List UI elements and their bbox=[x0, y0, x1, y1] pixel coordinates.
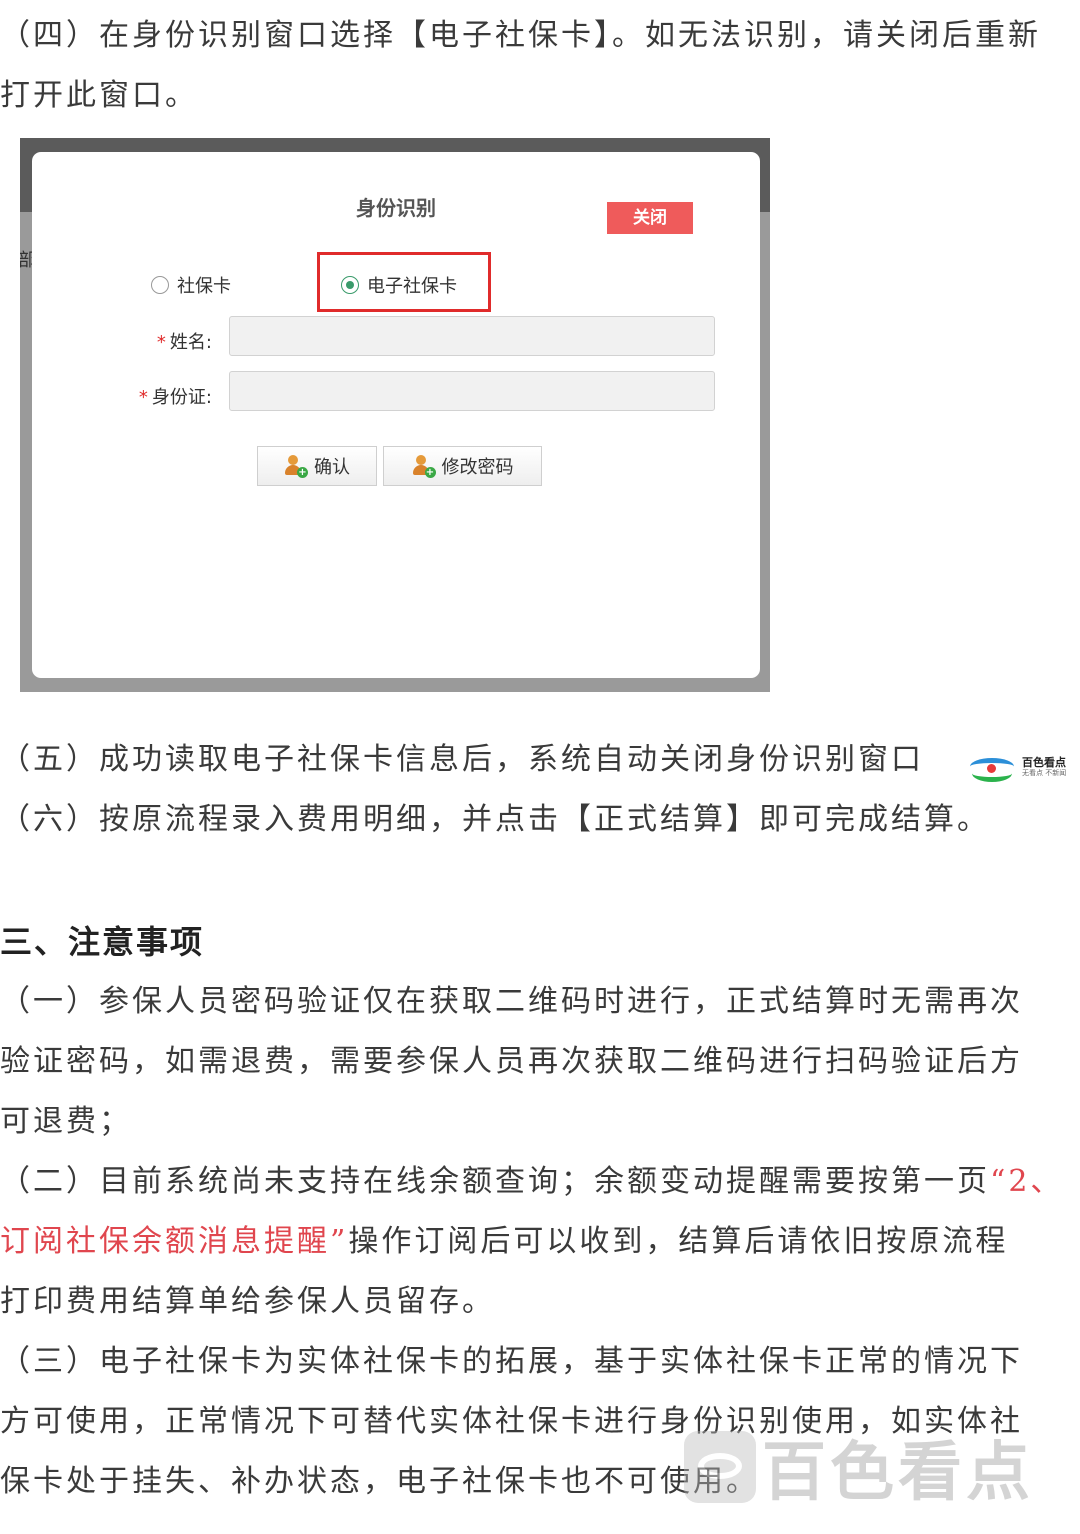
note2-line3: 打印费用结算单给参保人员留存。 bbox=[0, 1284, 495, 1319]
note2-line1: （二）目前系统尚未支持在线余额查询；余额变动提醒需要按第一页“2、 bbox=[0, 1162, 1080, 1202]
note2-highlight-start: “2、 bbox=[990, 1164, 1064, 1199]
radio-unchecked-icon[interactable] bbox=[151, 276, 169, 294]
baise-kandian-logo: 百色看点 无看点 不新闻 bbox=[968, 754, 1066, 782]
user-add-icon: + bbox=[412, 455, 436, 478]
user-add-icon: + bbox=[284, 455, 308, 478]
identity-dialog-screenshot: 部 身份识别 关闭 社保卡 电子社保卡 * 姓名: * 身份证: + 确认 + 修改… bbox=[20, 138, 770, 692]
note2-line2-text: 操作订阅后可以收到，结算后请依旧按原流程 bbox=[348, 1224, 1009, 1259]
id-label-text: 身份证: bbox=[151, 387, 212, 408]
note1-line1: （一）参保人员密码验证仅在获取二维码时进行，正式结算时无需再次 bbox=[0, 984, 1023, 1019]
required-mark: * bbox=[138, 387, 148, 408]
id-number-input[interactable] bbox=[229, 371, 715, 411]
swirl-logo-icon bbox=[968, 755, 1018, 782]
name-input[interactable] bbox=[229, 316, 715, 356]
note1-line2: 验证密码，如需退费，需要参保人员再次获取二维码进行扫码验证后方 bbox=[0, 1044, 1023, 1079]
watermark-text: 百色看点 bbox=[762, 1436, 1034, 1510]
radio-social-security-card[interactable]: 社保卡 bbox=[151, 272, 231, 298]
note2-line1-text: （二）目前系统尚未支持在线余额查询；余额变动提醒需要按第一页 bbox=[0, 1164, 990, 1199]
highlight-annotation-box bbox=[317, 252, 491, 312]
watermark-logo-icon bbox=[684, 1431, 756, 1503]
name-label-text: 姓名: bbox=[169, 332, 212, 353]
step4-line1: （四）在身份识别窗口选择【电子社保卡】。如无法识别，请关闭后重新 bbox=[0, 18, 1041, 53]
note3-line1: （三）电子社保卡为实体社保卡的拓展，基于实体社保卡正常的情况下 bbox=[0, 1344, 1023, 1379]
logo-title: 百色看点 bbox=[1022, 756, 1066, 769]
name-field-label: * 姓名: bbox=[32, 328, 212, 354]
id-field-label: * 身份证: bbox=[32, 383, 212, 409]
change-password-button[interactable]: + 修改密码 bbox=[383, 446, 542, 486]
confirm-button-label: 确认 bbox=[314, 457, 350, 478]
step6-line: （六）按原流程录入费用明细，并点击【正式结算】即可完成结算。 bbox=[0, 802, 990, 837]
change-password-button-label: 修改密码 bbox=[441, 457, 514, 478]
baise-kandian-watermark: 百色看点 bbox=[684, 1422, 1034, 1512]
note2-line2: 订阅社保余额消息提醒”操作订阅后可以收到，结算后请依旧按原流程 bbox=[0, 1222, 1080, 1262]
notes-heading: 三、注意事项 bbox=[0, 923, 205, 961]
close-button[interactable]: 关闭 bbox=[607, 202, 693, 234]
step5-line: （五）成功读取电子社保卡信息后，系统自动关闭身份识别窗口 bbox=[0, 742, 924, 777]
step4-line2: 打开此窗口。 bbox=[0, 78, 198, 113]
radio-label: 社保卡 bbox=[177, 276, 231, 297]
identity-dialog: 身份识别 关闭 社保卡 电子社保卡 * 姓名: * 身份证: + 确认 + 修改密码 bbox=[32, 152, 760, 678]
confirm-button[interactable]: + 确认 bbox=[257, 446, 377, 486]
required-mark: * bbox=[156, 332, 166, 353]
note2-highlight-end: 订阅社保余额消息提醒” bbox=[0, 1224, 349, 1259]
note1-line3: 可退费； bbox=[0, 1104, 132, 1139]
logo-subtitle: 无看点 不新闻 bbox=[1022, 769, 1067, 777]
